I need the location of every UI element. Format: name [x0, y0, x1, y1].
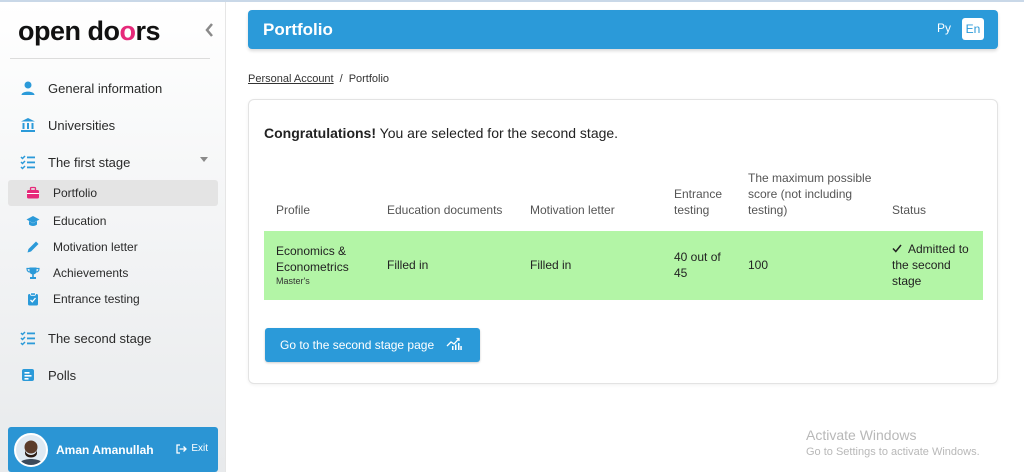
- breadcrumb-personal-account-link[interactable]: Personal Account: [248, 73, 334, 85]
- exit-button[interactable]: Exit: [176, 443, 208, 454]
- congratulations-text: You are selected for the second stage.: [376, 125, 619, 141]
- sidebar-divider: [10, 58, 210, 59]
- table-cell-max-score: 100: [748, 258, 769, 272]
- table-header-status: Status: [892, 203, 927, 217]
- poll-icon: [8, 367, 48, 383]
- congratulations-bold: Congratulations!: [264, 125, 376, 141]
- sidebar-subitem-achievements[interactable]: Achievements: [8, 260, 218, 286]
- profile-degree: Master's: [276, 276, 310, 286]
- pen-icon: [8, 240, 48, 254]
- briefcase-icon: [8, 186, 48, 200]
- logo-row: open doors: [18, 16, 218, 50]
- sidebar-subitem-label: Achievements: [53, 266, 129, 280]
- logout-icon: [176, 443, 188, 454]
- go-to-second-stage-label: Go to the second stage page: [280, 338, 435, 352]
- sidebar-item-label: Polls: [48, 367, 77, 383]
- user-icon: [8, 80, 48, 96]
- exit-label: Exit: [191, 443, 208, 454]
- logo-accent: o: [119, 16, 136, 46]
- sidebar-subitem-label: Entrance testing: [53, 292, 140, 306]
- go-to-second-stage-button[interactable]: Go to the second stage page: [265, 328, 480, 362]
- sidebar-subitem-portfolio[interactable]: Portfolio: [8, 180, 218, 206]
- breadcrumb-current: Portfolio: [348, 73, 390, 85]
- sidebar-subitem-label: Motivation letter: [53, 240, 138, 254]
- portfolio-card: Congratulations! You are selected for th…: [248, 99, 998, 384]
- sidebar-subitem-entrance-testing[interactable]: Entrance testing: [8, 286, 218, 312]
- table-header-max-score: The maximum possible score (not includin…: [748, 171, 872, 217]
- logo-text-2: rs: [135, 16, 161, 46]
- checklist-icon: [8, 154, 48, 170]
- sidebar-item-general-information[interactable]: General information: [8, 73, 218, 103]
- avatar[interactable]: [14, 432, 48, 467]
- congratulations-message: Congratulations! You are selected for th…: [264, 125, 618, 141]
- table-header-education-documents: Education documents: [387, 203, 503, 217]
- watermark-title: Activate Windows: [806, 427, 917, 443]
- table-cell-testing: 40 out of 45: [674, 250, 721, 280]
- chart-icon: [446, 337, 462, 354]
- page-header: Portfolio Ру En: [248, 10, 998, 49]
- sidebar-item-second-stage[interactable]: The second stage: [8, 323, 218, 353]
- table-header-motivation-letter: Motivation letter: [530, 203, 615, 217]
- sidebar-subitem-label: Portfolio: [53, 186, 98, 200]
- table-cell-profile: Economics & Econometrics Master's: [276, 243, 376, 287]
- sidebar-item-label: The second stage: [48, 330, 152, 346]
- checklist-icon: [8, 330, 48, 346]
- sidebar-subitem-education[interactable]: Education: [8, 208, 218, 234]
- sidebar-item-universities[interactable]: Universities: [8, 110, 218, 140]
- user-panel: Aman Amanullah Exit: [8, 427, 218, 472]
- table-cell-education: Filled in: [387, 258, 429, 272]
- table-cell-motivation: Filled in: [530, 258, 572, 272]
- sidebar-item-label: Universities: [48, 117, 116, 133]
- sidebar-item-polls[interactable]: Polls: [8, 360, 218, 390]
- table-header-profile: Profile: [276, 203, 311, 217]
- collapse-sidebar-icon[interactable]: [204, 22, 218, 40]
- sidebar-item-label: General information: [48, 80, 163, 96]
- sidebar-item-label: The first stage: [48, 154, 131, 170]
- trophy-icon: [8, 266, 48, 280]
- table-header-entrance-testing: Entrance testing: [674, 187, 723, 217]
- table-cell-status: Admitted to the second stage: [892, 241, 980, 289]
- windows-activation-watermark: Activate Windows Go to Settings to activ…: [806, 427, 980, 458]
- sidebar-item-first-stage[interactable]: The first stage: [8, 147, 218, 177]
- profile-name: Economics & Econometrics: [276, 244, 349, 274]
- watermark-subtitle: Go to Settings to activate Windows.: [806, 446, 980, 458]
- language-ru-button[interactable]: Ру: [937, 21, 951, 35]
- clipboard-icon: [8, 292, 48, 306]
- logo-text-1: open do: [18, 16, 120, 46]
- graduation-cap-icon: [8, 214, 48, 228]
- university-icon: [8, 117, 48, 133]
- page-title: Portfolio: [263, 20, 333, 39]
- breadcrumb: Personal Account / Portfolio: [248, 73, 389, 85]
- status-text: Admitted to the second stage: [892, 242, 969, 288]
- chevron-down-icon[interactable]: [200, 157, 208, 162]
- language-en-button[interactable]: En: [962, 18, 984, 40]
- checkmark-icon: [892, 241, 902, 257]
- sidebar-subitem-motivation-letter[interactable]: Motivation letter: [8, 234, 218, 260]
- breadcrumb-separator: /: [339, 73, 343, 85]
- sidebar-subitem-label: Education: [53, 214, 107, 228]
- logo[interactable]: open doors: [18, 16, 218, 47]
- sidebar: open doors General information Universit…: [0, 2, 226, 472]
- user-name: Aman Amanullah: [56, 442, 154, 457]
